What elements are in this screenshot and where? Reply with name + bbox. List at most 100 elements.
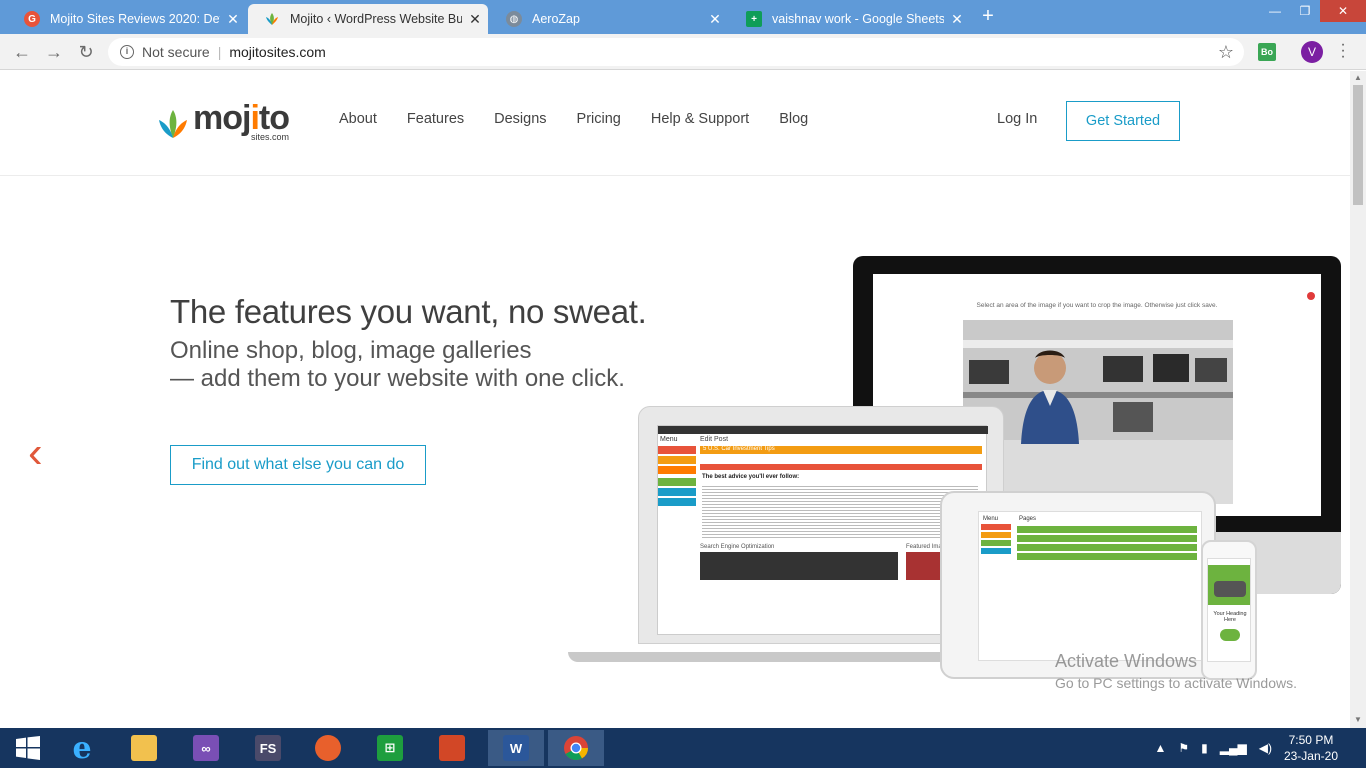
logo-subtext: sites.com xyxy=(250,132,289,142)
store-icon: ⊞ xyxy=(377,735,403,761)
fs-app-button[interactable]: FS xyxy=(240,730,296,766)
nav-blog[interactable]: Blog xyxy=(779,111,808,127)
find-out-more-button[interactable]: Find out what else you can do xyxy=(170,445,426,485)
close-tab-icon[interactable]: ✕ xyxy=(702,11,728,28)
nav-about[interactable]: About xyxy=(339,111,377,127)
info-icon[interactable]: i xyxy=(120,45,134,59)
watermark-line: Go to PC settings to activate Windows. xyxy=(1055,675,1297,691)
visual-studio-icon: ∞ xyxy=(193,735,219,761)
browser-toolbar: ← → ↻ i Not secure | mojitosites.com ☆ B… xyxy=(0,34,1366,70)
login-link[interactable]: Log In xyxy=(997,111,1037,127)
tray-expand-icon[interactable]: ▲ xyxy=(1154,741,1166,755)
crop-instruction: Select an area of the image if you want … xyxy=(976,302,1218,309)
menu-kebab-icon[interactable]: · · · xyxy=(1338,37,1348,65)
reload-icon[interactable]: ↻ xyxy=(74,40,98,64)
tablet-menu-label: Menu xyxy=(983,516,999,522)
mojito-icon xyxy=(264,11,280,27)
scrollbar-thumb[interactable] xyxy=(1353,85,1363,205)
nav-designs[interactable]: Designs xyxy=(494,111,546,127)
close-tab-icon[interactable]: ✕ xyxy=(220,11,246,28)
store-button[interactable]: ⊞ xyxy=(362,730,418,766)
scroll-down-icon[interactable]: ▼ xyxy=(1354,715,1362,724)
clock[interactable]: 7:50 PM 23-Jan-20 xyxy=(1284,732,1338,764)
windows-start-button[interactable] xyxy=(0,730,56,766)
watermark-line: Activate Windows xyxy=(1055,651,1198,671)
new-tab-button[interactable]: + xyxy=(976,5,1000,29)
windows-taskbar: e ∞ FS ⊞ W ▲ ⚑ ▮ ▂▄▆ ◀) 7:50 PM 23-Jan-2… xyxy=(0,728,1366,768)
close-tab-icon[interactable]: ✕ xyxy=(462,11,488,28)
tablet-screen: Menu Pages xyxy=(978,511,1202,661)
main-nav: About Features Designs Pricing Help & Su… xyxy=(339,111,838,127)
tab-title: Mojito ‹ WordPress Website Build xyxy=(290,12,462,26)
office-button[interactable] xyxy=(424,730,480,766)
divider: | xyxy=(217,44,222,60)
word-button[interactable]: W xyxy=(488,730,544,766)
hero-subtitle-line: Online shop, blog, image galleries xyxy=(170,337,532,364)
browser-tab-strip: G Mojito Sites Reviews 2020: Detail ✕ Mo… xyxy=(0,0,1366,34)
laptop-heading: The best advice you'll ever follow: xyxy=(702,474,800,480)
tab-google-sheets[interactable]: + vaishnav work - Google Sheets ✕ xyxy=(730,4,970,34)
url-text[interactable]: mojitosites.com xyxy=(229,44,325,60)
clock-time: 7:50 PM xyxy=(1288,733,1334,747)
close-window-icon[interactable]: ✕ xyxy=(1320,0,1366,22)
page-scrollbar[interactable]: ▲ ▼ xyxy=(1350,71,1366,728)
back-arrow-icon[interactable]: ← xyxy=(10,40,34,64)
forward-arrow-icon[interactable]: → xyxy=(42,40,66,64)
g-icon: G xyxy=(24,11,40,27)
laptop-seo-label: Search Engine Optimization xyxy=(700,544,775,550)
web-page: mojito sites.com About Features Designs … xyxy=(0,71,1350,728)
volume-icon[interactable]: ◀) xyxy=(1259,741,1272,755)
tab-mojito-wordpress[interactable]: Mojito ‹ WordPress Website Build ✕ xyxy=(248,4,488,34)
office-icon xyxy=(439,735,465,761)
signal-icon[interactable]: ▂▄▆ xyxy=(1220,741,1247,755)
minimize-icon[interactable]: — xyxy=(1260,0,1290,22)
ie-icon: e xyxy=(72,730,92,766)
nav-help-support[interactable]: Help & Support xyxy=(651,111,749,127)
visual-studio-button[interactable]: ∞ xyxy=(178,730,234,766)
sheets-icon: + xyxy=(746,11,762,27)
hero-title: The features you want, no sweat. xyxy=(170,293,647,330)
restore-icon[interactable]: ❐ xyxy=(1290,0,1320,22)
flag-icon[interactable]: ⚑ xyxy=(1178,741,1189,755)
battery-icon[interactable]: ▮ xyxy=(1201,741,1208,755)
address-bar[interactable]: i Not secure | mojitosites.com ☆ xyxy=(108,38,1244,66)
clock-date: 23-Jan-20 xyxy=(1283,749,1338,763)
logo-wordmark: mojito xyxy=(193,99,290,137)
laptop-menu-label: Menu xyxy=(660,436,678,443)
tab-title: Mojito Sites Reviews 2020: Detail xyxy=(50,12,220,26)
firefox-button[interactable] xyxy=(300,730,356,766)
file-explorer-button[interactable] xyxy=(116,730,172,766)
tab-mojito-reviews[interactable]: G Mojito Sites Reviews 2020: Detail ✕ xyxy=(8,4,246,34)
hero-subtitle-line: — add them to your website with one clic… xyxy=(170,365,625,392)
close-tab-icon[interactable]: ✕ xyxy=(944,11,970,28)
person-photo xyxy=(1021,350,1079,444)
bookmark-star-icon[interactable]: ☆ xyxy=(1218,42,1234,63)
phone-screen: Your Heading Here xyxy=(1207,558,1251,662)
tablet-pages-label: Pages xyxy=(1019,516,1037,522)
firefox-icon xyxy=(315,735,341,761)
tab-title: AeroZap xyxy=(532,12,580,26)
hero-subtitle: Online shop, blog, image galleries — add… xyxy=(170,337,625,393)
chrome-button[interactable] xyxy=(548,730,604,766)
extension-icon[interactable]: Bo xyxy=(1258,43,1276,61)
tab-aerozap[interactable]: ◍ AeroZap ✕ xyxy=(490,4,728,34)
laptop-post-title: 5 U.S. Car Investment Tips xyxy=(700,446,982,454)
windows-logo-icon xyxy=(16,736,40,760)
get-started-button[interactable]: Get Started xyxy=(1066,101,1180,141)
laptop-edit-post: Edit Post xyxy=(700,436,729,443)
mojito-logo[interactable]: mojito sites.com xyxy=(157,99,290,142)
laptop-screen: Menu Edit Post 5 U.S. Car Investment Tip… xyxy=(657,425,988,635)
close-icon xyxy=(1307,292,1315,300)
profile-avatar[interactable]: V xyxy=(1301,41,1323,63)
nav-pricing[interactable]: Pricing xyxy=(577,111,621,127)
globe-icon: ◍ xyxy=(506,11,522,27)
internet-explorer-button[interactable]: e xyxy=(54,730,110,766)
nav-features[interactable]: Features xyxy=(407,111,464,127)
word-icon: W xyxy=(503,735,529,761)
site-header: mojito sites.com About Features Designs … xyxy=(0,71,1350,176)
window-controls: — ❐ ✕ xyxy=(1260,0,1366,22)
prev-slide-arrow[interactable]: ‹ xyxy=(28,431,43,475)
scroll-up-icon[interactable]: ▲ xyxy=(1354,73,1362,82)
system-tray: ▲ ⚑ ▮ ▂▄▆ ◀) 7:50 PM 23-Jan-20 xyxy=(1154,728,1366,768)
security-label: Not secure xyxy=(142,44,210,60)
